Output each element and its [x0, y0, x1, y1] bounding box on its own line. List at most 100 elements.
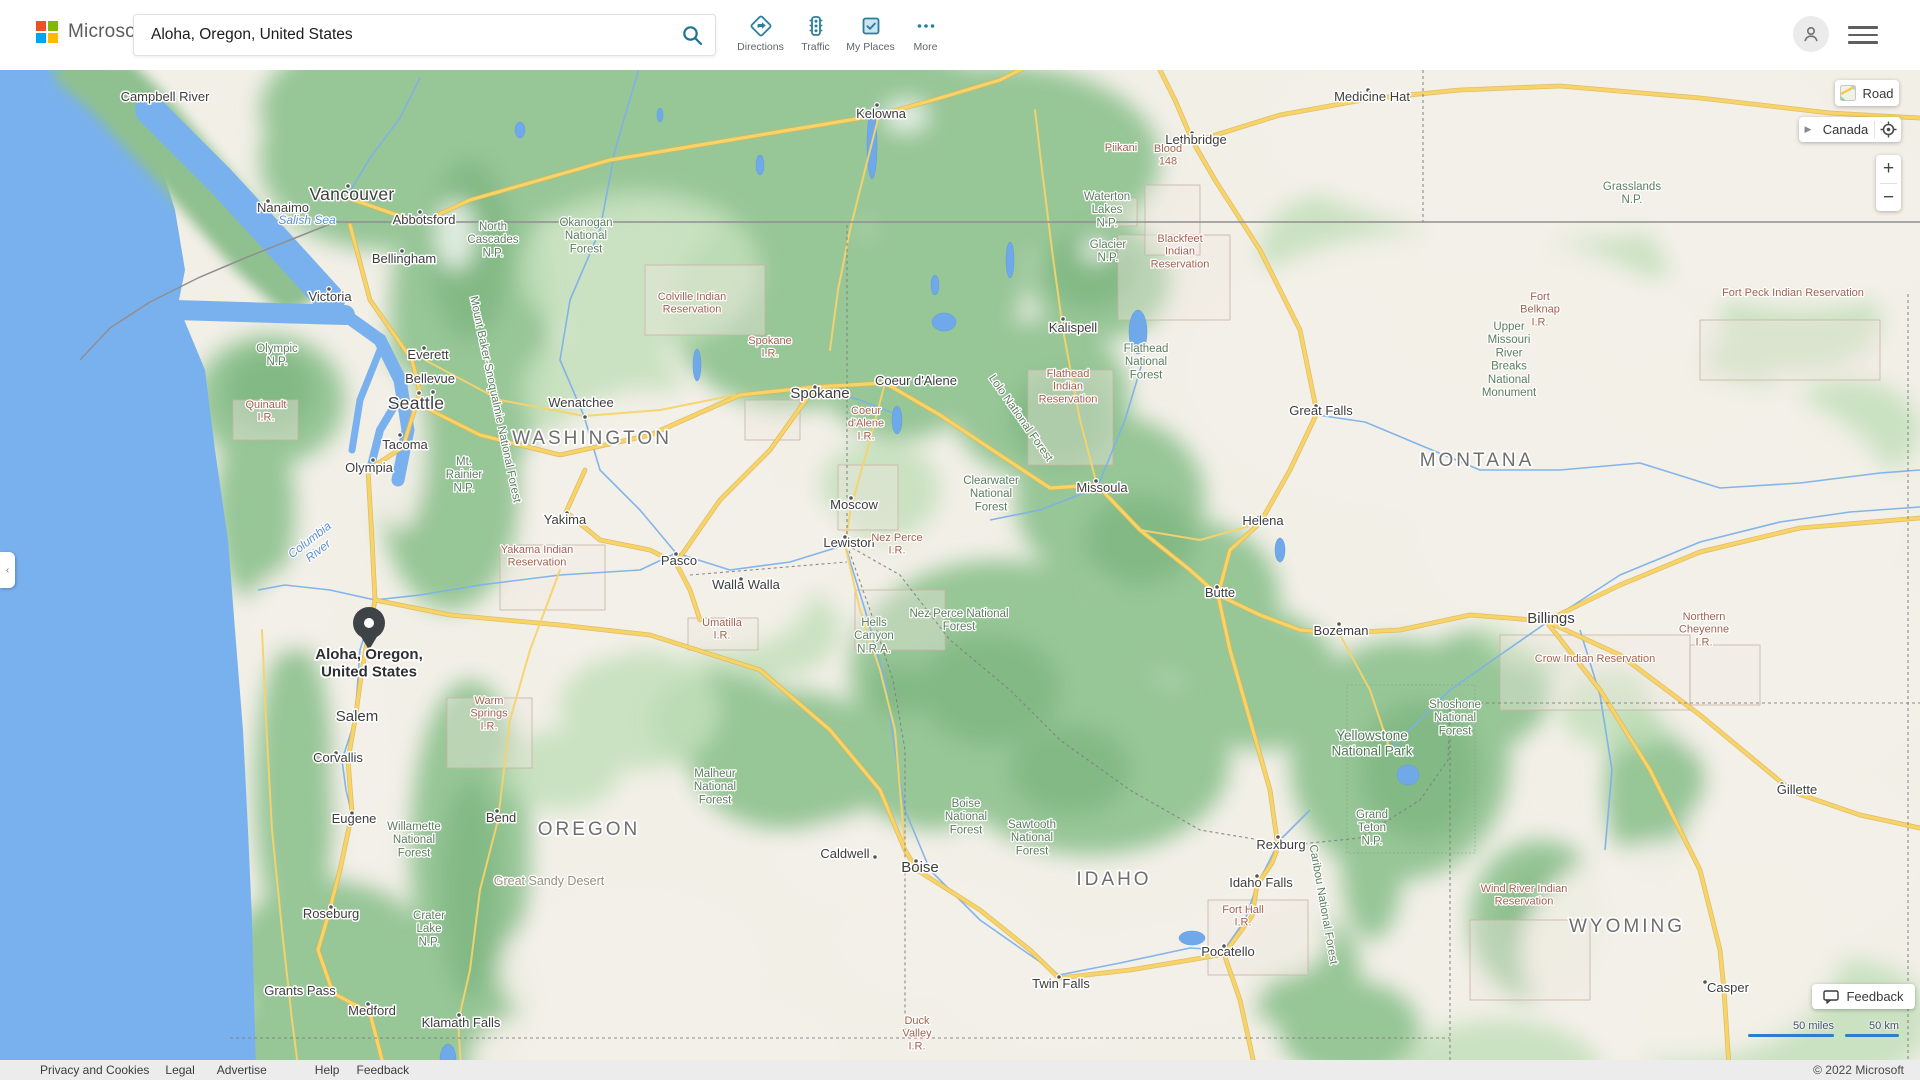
map-label: Rexburg [1256, 837, 1305, 852]
map-label: Kelowna [856, 106, 907, 121]
account-button[interactable] [1793, 16, 1829, 52]
zoom-out-button[interactable]: − [1876, 184, 1901, 212]
privacy-link[interactable]: Privacy and Cookies [40, 1063, 149, 1077]
map-label: Caldwell [820, 846, 869, 861]
map-label: MONTANA [1420, 450, 1535, 471]
map-label: FlatheadNationalForest [1124, 343, 1169, 381]
speech-bubble-icon [1823, 990, 1839, 1004]
locate-me-button[interactable] [1875, 117, 1901, 142]
map-label: WASHINGTON [512, 428, 672, 449]
nav-label: My Places [846, 41, 894, 53]
scale-miles-line [1748, 1034, 1834, 1037]
map-label: Butte [1205, 585, 1235, 600]
map-label: Yakima [544, 512, 587, 527]
map-label: Crow Indian Reservation [1535, 653, 1655, 665]
map-label: Wenatchee [548, 395, 614, 410]
nav-label: Directions [737, 41, 784, 53]
map-style-button[interactable]: Road [1835, 80, 1899, 106]
help-link[interactable]: Help [315, 1063, 340, 1077]
advertise-link[interactable]: Advertise [217, 1063, 267, 1077]
map-label: Walla Walla [712, 577, 780, 592]
region-label: Canada [1817, 122, 1874, 137]
map-label: Campbell River [121, 89, 211, 104]
map-label: Medford [348, 1003, 396, 1018]
map-label: Tacoma [382, 437, 428, 452]
search-button[interactable] [669, 15, 715, 55]
map-label: Corvallis [313, 750, 363, 765]
map-label: Billings [1527, 610, 1575, 627]
map-feedback-button[interactable]: Feedback [1812, 984, 1915, 1009]
legal-link[interactable]: Legal [165, 1063, 194, 1077]
map-label: Fort Peck Indian Reservation [1722, 287, 1864, 299]
copyright: © 2022 Microsoft [1813, 1063, 1920, 1077]
map-style-label: Road [1862, 86, 1893, 101]
person-icon [1801, 24, 1821, 44]
road-style-icon [1840, 85, 1856, 101]
map-label: Everett [407, 347, 449, 362]
search-box [133, 14, 716, 56]
map-label: IDAHO [1076, 869, 1151, 890]
more-button[interactable]: More [898, 10, 953, 53]
pin-label: Aloha, Oregon,United States [315, 646, 423, 680]
scale-km-line [1845, 1034, 1899, 1037]
map-label: Bozeman [1314, 623, 1369, 638]
map-label: Roseburg [303, 906, 359, 921]
top-bar: Microsoft Bing Directions [0, 0, 1920, 70]
map-label: Gillette [1777, 782, 1817, 797]
map-label: Victoria [308, 289, 352, 304]
map-label: Helena [1242, 513, 1284, 528]
search-icon [682, 25, 703, 46]
traffic-icon [804, 14, 828, 38]
nav-label: Traffic [801, 41, 830, 53]
microsoft-logo-icon [36, 21, 58, 43]
sidebar-collapse-tab[interactable]: ‹ [0, 552, 15, 588]
menu-button[interactable] [1846, 20, 1880, 50]
map-label: Bend [486, 810, 516, 825]
zoom-in-button[interactable]: + [1876, 155, 1901, 183]
directions-button[interactable]: Directions [733, 10, 788, 53]
map-label: YellowstoneNational Park [1331, 728, 1412, 759]
map-label: WYOMING [1569, 916, 1685, 937]
map-canvas[interactable]: Campbell RiverNanaimoSalish SeaVancouver… [0, 70, 1920, 1060]
chevron-left-icon: ‹ [6, 565, 9, 576]
scale-km-label: 50 km [1869, 1020, 1899, 1032]
map-label: Bellevue [405, 371, 455, 386]
map-label: Salem [336, 708, 379, 725]
footer-bar: Privacy and Cookies Legal Advertise Help… [0, 1060, 1920, 1080]
directions-icon [749, 14, 773, 38]
map-label: Twin Falls [1032, 976, 1090, 991]
map-label: Yakama IndianReservation [501, 544, 574, 569]
map-label: Seattle [388, 393, 445, 413]
region-control[interactable]: ▶ Canada [1799, 117, 1901, 142]
map-label: OREGON [538, 819, 640, 840]
my-places-icon [859, 14, 883, 38]
map-label: Bellingham [372, 251, 436, 266]
map-label: Piikani [1105, 142, 1137, 154]
traffic-button[interactable]: Traffic [788, 10, 843, 53]
map-label: Kalispell [1049, 320, 1098, 335]
map-label: Colville IndianReservation [658, 291, 726, 316]
map-label: Coeur d'Alene [875, 373, 957, 388]
feedback-link[interactable]: Feedback [356, 1063, 409, 1077]
map-nav: Directions Traffic My Places [733, 10, 953, 53]
map-label: Lewiston [823, 535, 874, 550]
map-label: Missoula [1076, 480, 1128, 495]
map-label: Casper [1707, 980, 1750, 995]
map-label: Idaho Falls [1229, 875, 1293, 890]
footer-links: Privacy and Cookies Legal Advertise Help… [0, 1063, 409, 1077]
my-places-button[interactable]: My Places [843, 10, 898, 53]
map-label: Pocatello [1201, 944, 1254, 959]
map-label: Klamath Falls [422, 1015, 501, 1030]
map-container: Campbell RiverNanaimoSalish SeaVancouver… [0, 70, 1920, 1060]
chevron-right-icon: ▶ [1799, 124, 1817, 135]
feedback-label: Feedback [1846, 989, 1903, 1004]
scale-miles: 50 miles [1748, 1020, 1834, 1037]
nav-label: More [914, 41, 938, 53]
map-label: Olympia [345, 460, 393, 475]
search-input[interactable] [134, 26, 669, 44]
map-label: Abbotsford [393, 212, 456, 227]
map-label: Great Sandy Desert [494, 874, 605, 888]
map-label: Eugene [332, 811, 377, 826]
map-label: Grants Pass [264, 983, 336, 998]
map-label: Boise [901, 859, 939, 876]
